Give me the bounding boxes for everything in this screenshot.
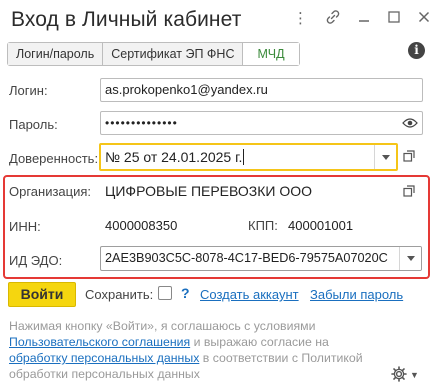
open-trust-icon[interactable] (403, 150, 417, 164)
tab-login-password[interactable]: Логин/пароль (8, 43, 104, 65)
show-password-button[interactable] (397, 111, 423, 135)
login-input[interactable]: as.prokopenko1@yandex.ru (100, 78, 423, 102)
trust-label: Доверенность: (9, 151, 99, 166)
settings-dropdown-icon[interactable]: ▼ (410, 370, 419, 380)
link-icon[interactable] (326, 10, 340, 28)
consent-notice: Нажимая кнопку «Войти», я соглашаюсь с у… (9, 318, 381, 382)
login-label: Логин: (9, 83, 48, 98)
org-value: ЦИФРОВЫЕ ПЕРЕВОЗКИ ООО (105, 183, 313, 199)
close-icon[interactable] (418, 11, 430, 27)
inn-value: 4000008350 (105, 218, 178, 233)
password-input[interactable]: •••••••••••••• (100, 111, 398, 135)
help-icon[interactable]: ? (181, 285, 190, 301)
maximize-icon[interactable] (388, 11, 400, 27)
edo-value: 2AE3B903C5C-8078-4C17-BED6-79575A07020C (105, 251, 388, 265)
org-label: Организация: (9, 184, 92, 199)
tab-certificate[interactable]: Сертификат ЭП ФНС (103, 43, 244, 65)
login-button[interactable]: Войти (8, 282, 76, 307)
notice-text-2: и выражаю согласие на (190, 335, 329, 349)
password-label: Пароль: (9, 117, 58, 132)
open-org-icon[interactable] (403, 185, 417, 199)
tab-mchd[interactable]: МЧД (243, 43, 299, 65)
personal-data-link[interactable]: обработку персональных данных (9, 351, 199, 365)
user-agreement-link[interactable]: Пользовательского соглашения (9, 335, 190, 349)
info-icon[interactable]: i (408, 42, 425, 59)
gear-icon[interactable] (391, 366, 407, 382)
inn-label: ИНН: (9, 219, 41, 234)
create-account-link[interactable]: Создать аккаунт (200, 287, 299, 302)
trust-value: № 25 от 24.01.2025 г. (105, 149, 243, 165)
trust-select[interactable]: № 25 от 24.01.2025 г. (99, 143, 398, 171)
save-checkbox[interactable] (158, 286, 172, 300)
edo-dropdown-button[interactable] (399, 247, 421, 270)
window-title: Вход в Личный кабинет (11, 8, 242, 31)
window-controls: ⋮ (293, 10, 430, 28)
kpp-label: КПП: (248, 218, 278, 233)
minimize-icon[interactable] (358, 11, 370, 27)
chevron-down-icon (406, 256, 415, 261)
kpp-value: 400001001 (288, 218, 354, 233)
chevron-down-icon (381, 154, 390, 160)
auth-tabs: Логин/пароль Сертификат ЭП ФНС МЧД (7, 42, 300, 66)
edo-label: ИД ЭДО: (9, 253, 63, 268)
trust-dropdown-button[interactable] (374, 145, 396, 169)
eye-icon (401, 118, 418, 128)
more-vert-icon[interactable]: ⋮ (293, 11, 308, 27)
edo-select[interactable]: 2AE3B903C5C-8078-4C17-BED6-79575A07020C (100, 246, 422, 271)
save-label: Сохранить: (85, 287, 154, 302)
notice-text-1: Нажимая кнопку «Войти», я соглашаюсь с у… (9, 319, 316, 333)
forgot-password-link[interactable]: Забыли пароль (310, 287, 403, 302)
